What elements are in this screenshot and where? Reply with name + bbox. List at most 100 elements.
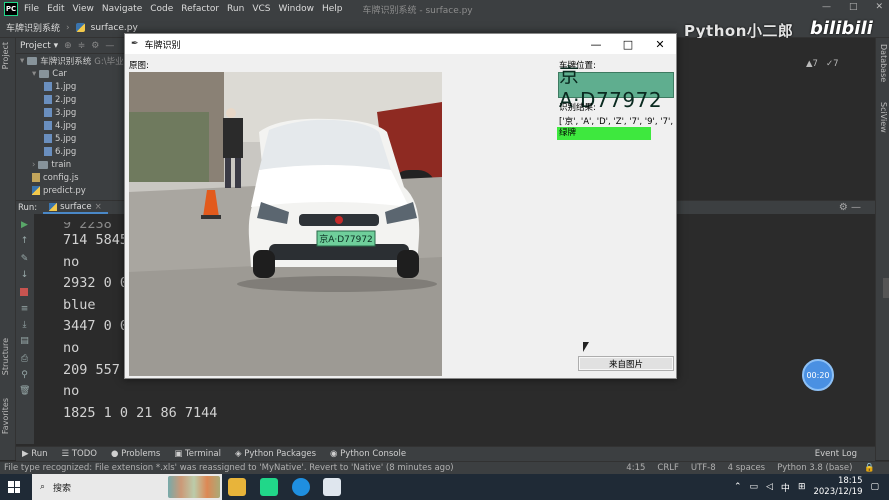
menu-vcs[interactable]: VCS <box>252 4 270 14</box>
status-indent[interactable]: 4 spaces <box>728 463 765 473</box>
run-tab-close-icon[interactable]: × <box>95 202 102 212</box>
network-icon[interactable]: ▭ <box>749 482 758 492</box>
trash-icon[interactable]: 🗑 <box>19 386 30 396</box>
image-file-icon <box>44 82 52 91</box>
soft-wrap-icon[interactable]: ≡ <box>19 304 30 314</box>
status-message[interactable]: File type recognized: File extension *.x… <box>4 463 454 473</box>
edge-scroll-handle[interactable] <box>883 278 889 298</box>
status-caret-position[interactable]: 4:15 <box>626 463 645 473</box>
menu-file[interactable]: File <box>24 4 39 14</box>
tree-item[interactable]: config.js <box>16 171 124 184</box>
lock-icon[interactable]: 🔒 <box>864 463 875 473</box>
tab-project-vertical[interactable]: Project <box>1 42 10 69</box>
menu-navigate[interactable]: Navigate <box>102 4 142 14</box>
tab-todo[interactable]: ☰ TODO <box>62 449 97 459</box>
open-image-button[interactable]: 来自图片 <box>578 356 674 371</box>
dialog-title-bar[interactable]: ✒ 车牌识别 — □ ✕ <box>125 34 676 54</box>
tab-terminal[interactable]: ▣ Terminal <box>174 449 221 459</box>
tab-problems[interactable]: ● Problems <box>111 449 160 459</box>
inspection-counters[interactable]: ▲7 ✓7 <box>806 59 838 69</box>
tab-structure-vertical[interactable]: Structure <box>1 338 10 375</box>
status-line-separator[interactable]: CRLF <box>657 463 678 473</box>
tree-item[interactable]: 4.jpg <box>16 119 124 132</box>
document-app-icon[interactable] <box>323 478 341 496</box>
pin-icon[interactable]: ⚲ <box>19 370 30 380</box>
mouse-cursor-icon <box>583 342 589 352</box>
original-car-photo: 京A·D77972 <box>129 72 442 376</box>
menu-window[interactable]: Window <box>278 4 314 14</box>
stop-icon[interactable] <box>20 288 28 296</box>
run-settings-gear-icon[interactable]: ⚙ — <box>839 202 861 213</box>
tree-item[interactable]: ▾ Car <box>16 67 124 80</box>
tree-item[interactable]: 6.jpg <box>16 145 124 158</box>
collapse-icon[interactable]: ≑ <box>78 41 86 51</box>
project-view-selector[interactable]: Project ▾ <box>20 41 58 51</box>
tree-item[interactable]: 1.jpg <box>16 80 124 93</box>
tab-favorites-vertical[interactable]: Favorites <box>1 398 10 434</box>
status-encoding[interactable]: UTF-8 <box>691 463 716 473</box>
ide-close-button[interactable]: ✕ <box>875 2 883 12</box>
input-language[interactable]: 中 <box>781 481 790 494</box>
bottom-tool-tabs: ▶ Run ☰ TODO ● Problems ▣ Terminal ◈ Pyt… <box>16 446 875 461</box>
tab-sciview-vertical[interactable]: SciView <box>879 102 888 133</box>
nav-project[interactable]: 车牌识别系统 <box>6 21 60 34</box>
menu-view[interactable]: View <box>73 4 94 14</box>
tab-database-vertical[interactable]: Database <box>879 44 888 82</box>
scroll-to-end-icon[interactable]: ⤓ <box>19 320 30 330</box>
console-line: no <box>63 383 80 400</box>
menu-run[interactable]: Run <box>227 4 244 14</box>
status-interpreter[interactable]: Python 3.8 (base) <box>777 463 852 473</box>
menu-code[interactable]: Code <box>150 4 173 14</box>
layout-icon[interactable]: ▤ <box>19 336 30 346</box>
tree-arrow-icon[interactable]: ▾ <box>20 56 24 66</box>
tk-feather-icon: ✒ <box>131 39 139 49</box>
dialog-maximize-button[interactable]: □ <box>612 34 644 54</box>
recording-timer-bubble[interactable]: 00:20 <box>802 359 834 391</box>
tree-item[interactable]: › train <box>16 158 124 171</box>
menu-edit[interactable]: Edit <box>47 4 64 14</box>
system-clock[interactable]: 18:15 2023/12/19 <box>813 476 862 498</box>
run-toolbar: ▶ ↑ ✎ ↓ ≡ ⤓ ▤ ⎙ ⚲ 🗑 <box>16 214 34 444</box>
tree-item[interactable]: predict.py <box>16 184 124 197</box>
tab-run[interactable]: ▶ Run <box>22 449 48 459</box>
right-tool-stripe: Database SciView <box>875 38 889 460</box>
dialog-minimize-button[interactable]: — <box>580 34 612 54</box>
tree-item[interactable]: ▾ 车牌识别系统G:\毕业设计\... <box>16 54 124 67</box>
ime-icon[interactable]: ⊞ <box>798 482 806 492</box>
image-file-icon <box>44 121 52 130</box>
hide-icon[interactable]: — <box>105 41 114 51</box>
edge-browser-icon[interactable] <box>292 478 310 496</box>
rerun-icon[interactable]: ▶ <box>19 220 30 230</box>
nav-file[interactable]: surface.py <box>91 23 138 33</box>
tree-item-label: 3.jpg <box>55 107 77 118</box>
event-log-button[interactable]: Event Log <box>815 449 857 459</box>
tree-arrow-icon[interactable]: › <box>32 160 35 170</box>
pycharm-taskbar-icon[interactable] <box>260 478 278 496</box>
wrench-icon[interactable]: ✎ <box>19 254 30 264</box>
scroll-down-icon[interactable]: ↓ <box>19 270 30 280</box>
tree-item[interactable]: 5.jpg <box>16 132 124 145</box>
tree-item-label: config.js <box>43 172 79 183</box>
status-right-section: 4:15 CRLF UTF-8 4 spaces Python 3.8 (bas… <box>626 463 875 473</box>
tray-chevron-icon[interactable]: ⌃ <box>734 482 742 492</box>
file-explorer-icon[interactable] <box>228 478 246 496</box>
ide-maximize-button[interactable]: □ <box>849 2 858 12</box>
tree-item[interactable]: 2.jpg <box>16 93 124 106</box>
notifications-icon[interactable]: ▢ <box>870 482 879 492</box>
run-tab-surface[interactable]: surface × <box>43 202 108 214</box>
scroll-up-icon[interactable]: ↑ <box>19 236 30 246</box>
locate-icon[interactable]: ⊕ <box>64 41 72 51</box>
tab-python-packages[interactable]: ◈ Python Packages <box>235 449 316 459</box>
ide-minimize-button[interactable]: — <box>822 2 831 12</box>
dialog-close-button[interactable]: ✕ <box>644 34 676 54</box>
tree-item-label: 5.jpg <box>55 133 77 144</box>
tab-python-console[interactable]: ◉ Python Console <box>330 449 406 459</box>
volume-icon[interactable]: ◁ <box>766 482 773 492</box>
menu-help[interactable]: Help <box>322 4 343 14</box>
tree-item[interactable]: 3.jpg <box>16 106 124 119</box>
settings-gear-icon[interactable]: ⚙ <box>91 41 99 51</box>
print-icon[interactable]: ⎙ <box>19 354 30 364</box>
menu-refactor[interactable]: Refactor <box>181 4 219 14</box>
start-button[interactable] <box>0 474 28 500</box>
tree-arrow-icon[interactable]: ▾ <box>32 69 36 79</box>
